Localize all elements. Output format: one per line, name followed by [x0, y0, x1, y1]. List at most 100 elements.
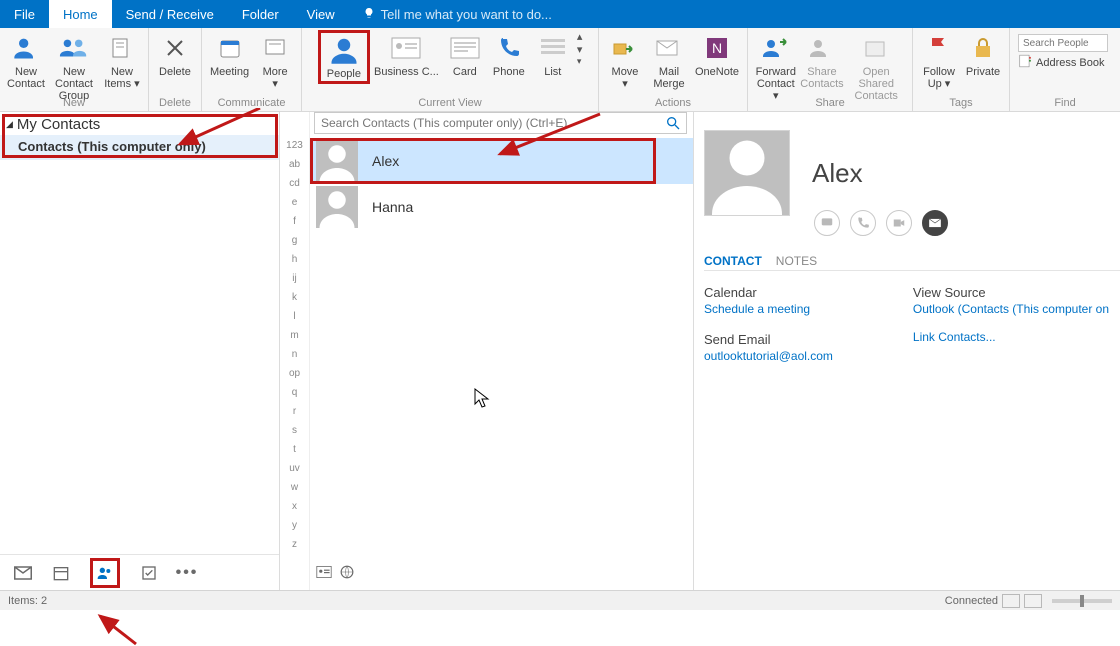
address-book-button[interactable]: Address Book — [1018, 54, 1108, 71]
new-contact-button[interactable]: New Contact — [4, 30, 48, 90]
meeting-button[interactable]: Meeting — [206, 30, 253, 78]
menu-send-receive[interactable]: Send / Receive — [112, 0, 228, 28]
az-ij[interactable]: ij — [280, 273, 309, 292]
view-business-card-button[interactable]: Business C... — [370, 30, 443, 78]
business-card-icon — [390, 32, 422, 64]
az-q[interactable]: q — [280, 387, 309, 406]
az-m[interactable]: m — [280, 330, 309, 349]
chat-action-icon[interactable] — [814, 210, 840, 236]
annotation-arrow-3 — [86, 612, 146, 646]
collapse-triangle-icon: ◢ — [6, 119, 13, 130]
more-nav-icon[interactable]: ••• — [178, 564, 196, 582]
open-shared-contacts-button[interactable]: Open Shared Contacts — [844, 30, 908, 102]
az-y[interactable]: y — [280, 520, 309, 539]
people-nav-icon[interactable] — [90, 558, 120, 588]
gallery-down-icon[interactable]: ▾ — [577, 43, 583, 56]
view-people-button[interactable]: People — [318, 30, 370, 84]
view-phone-button[interactable]: Phone — [487, 30, 531, 78]
az-t[interactable]: t — [280, 444, 309, 463]
address-book-icon — [1018, 54, 1032, 71]
onenote-icon: N — [701, 32, 733, 64]
az-z[interactable]: z — [280, 539, 309, 558]
az-e[interactable]: e — [280, 197, 309, 216]
new-items-icon — [106, 32, 138, 64]
menu-folder[interactable]: Folder — [228, 0, 293, 28]
tasks-nav-icon[interactable] — [140, 564, 158, 582]
contact-row-alex[interactable]: Alex — [310, 138, 693, 184]
tab-notes[interactable]: NOTES — [776, 254, 817, 268]
mail-merge-icon — [653, 32, 685, 64]
meeting-icon — [214, 32, 246, 64]
follow-up-button[interactable]: Follow Up ▾ — [917, 30, 961, 90]
contact-list: Alex Hanna — [310, 112, 693, 590]
video-action-icon[interactable] — [886, 210, 912, 236]
delete-button[interactable]: Delete — [153, 30, 197, 78]
private-button[interactable]: Private — [961, 30, 1005, 78]
az-l[interactable]: l — [280, 311, 309, 330]
tell-me-search[interactable]: Tell me what you want to do... — [349, 0, 552, 28]
az-r[interactable]: r — [280, 406, 309, 425]
share-contacts-button[interactable]: Share Contacts — [800, 30, 845, 90]
avatar-large-icon — [704, 130, 790, 216]
az-f[interactable]: f — [280, 216, 309, 235]
contact-email-link[interactable]: outlooktutorial@aol.com — [704, 349, 833, 363]
view-source-heading: View Source — [913, 285, 1109, 300]
globe-icon[interactable] — [340, 565, 354, 584]
more-communicate-button[interactable]: More ▾ — [253, 30, 297, 90]
zoom-slider[interactable] — [1052, 599, 1112, 603]
more-icon — [259, 32, 291, 64]
search-people-input[interactable] — [1018, 34, 1108, 52]
menu-home[interactable]: Home — [49, 0, 112, 28]
menu-file[interactable]: File — [0, 0, 49, 28]
az-h[interactable]: h — [280, 254, 309, 273]
az-w[interactable]: w — [280, 482, 309, 501]
ribbon-group-actions-label: Actions — [655, 97, 691, 111]
list-icon — [537, 32, 569, 64]
az-n[interactable]: n — [280, 349, 309, 368]
menu-view[interactable]: View — [293, 0, 349, 28]
call-action-icon[interactable] — [850, 210, 876, 236]
view-source-link[interactable]: Outlook (Contacts (This computer on — [913, 302, 1109, 316]
my-contacts-header[interactable]: ◢ My Contacts — [0, 112, 279, 135]
view-card-button[interactable]: Card — [443, 30, 487, 78]
move-button[interactable]: Move ▾ — [603, 30, 647, 90]
mail-merge-button[interactable]: Mail Merge — [647, 30, 691, 90]
az-s[interactable]: s — [280, 425, 309, 444]
move-icon — [609, 32, 641, 64]
az-g[interactable]: g — [280, 235, 309, 254]
new-contact-group-button[interactable]: New Contact Group — [48, 30, 100, 102]
view-normal-icon[interactable] — [1002, 594, 1020, 608]
email-action-icon[interactable] — [922, 210, 948, 236]
navigation-pane: ◢ My Contacts Contacts (This computer on… — [0, 112, 280, 590]
view-reading-icon[interactable] — [1024, 594, 1042, 608]
az-ab[interactable]: ab — [280, 159, 309, 178]
avatar-icon — [316, 186, 358, 228]
ribbon: New Contact New Contact Group New Items … — [0, 28, 1120, 112]
link-contacts-link[interactable]: Link Contacts... — [913, 330, 1109, 344]
contacts-folder-item[interactable]: Contacts (This computer only) — [0, 135, 279, 160]
az-x[interactable]: x — [280, 501, 309, 520]
svg-text:N: N — [712, 40, 722, 56]
gallery-more-icon[interactable]: ▾ — [577, 56, 583, 67]
view-list-button[interactable]: List — [531, 30, 575, 78]
calendar-heading: Calendar — [704, 285, 833, 300]
az-op[interactable]: op — [280, 368, 309, 387]
forward-contact-button[interactable]: Forward Contact ▾ — [752, 30, 800, 102]
gallery-up-icon[interactable]: ▴ — [577, 30, 583, 43]
tab-contact[interactable]: CONTACT — [704, 254, 762, 268]
az-123[interactable]: 123 — [280, 140, 309, 159]
onenote-button[interactable]: N OneNote — [691, 30, 743, 78]
az-cd[interactable]: cd — [280, 178, 309, 197]
ribbon-group-delete: Delete Delete — [149, 28, 202, 111]
new-items-button[interactable]: New Items ▾ — [100, 30, 144, 90]
schedule-meeting-link[interactable]: Schedule a meeting — [704, 302, 833, 316]
share-contacts-icon — [806, 32, 838, 64]
contact-row-hanna[interactable]: Hanna — [310, 184, 693, 230]
az-k[interactable]: k — [280, 292, 309, 311]
ribbon-group-new: New Contact New Contact Group New Items … — [0, 28, 149, 111]
calendar-nav-icon[interactable] — [52, 564, 70, 582]
mail-nav-icon[interactable] — [14, 564, 32, 582]
az-uv[interactable]: uv — [280, 463, 309, 482]
contact-list-pane: 123 ab cd e f g h ij k l m n op q r s t … — [280, 112, 694, 590]
card-view-icon[interactable] — [316, 565, 332, 584]
